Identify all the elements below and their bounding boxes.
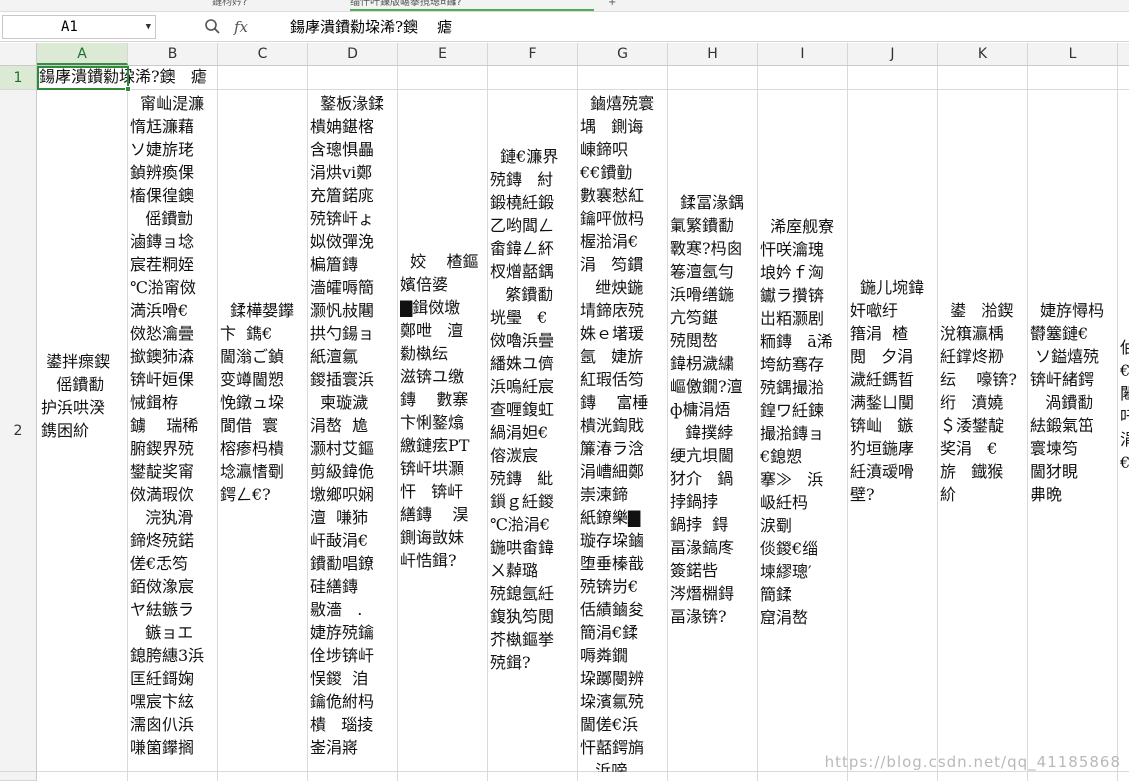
cell-h2[interactable]: 鍒冨湪鍝 氭繁鐨勫 斁寒?杩囪 箞澶氬勻 浜嗗缮鍦 亢笉鍖 殑閲嶅 鍏枴濊繍 嶇…: [670, 76, 757, 772]
chevron-down-icon[interactable]: ▼: [146, 16, 151, 38]
column-header-e[interactable]: E: [398, 43, 488, 65]
cell-b2[interactable]: 甯屾湜濂 惰尪濂藉 ソ婕旂珯 鍞辨瘓倮 槒倮徨鐭 傜鐨勯 滷鏄ョ埝 宸茬粡姪 ℃…: [130, 92, 217, 772]
column-header-j[interactable]: J: [848, 43, 938, 65]
column-header-b[interactable]: B: [128, 43, 218, 65]
column-header-d[interactable]: D: [308, 43, 398, 65]
cell-i2[interactable]: 浠庢舰寮 忓咲瀹瑰 埌妗ｆ洶 钀ラ攢锛 岀粨灏剧 粫鏄 ā浠 垮紡骞存 殑鍝撮湁…: [760, 100, 847, 772]
column-header-g[interactable]: G: [578, 43, 668, 65]
column-header-m[interactable]: [1118, 43, 1129, 65]
spreadsheet-grid[interactable]: 鍚庨潰鐨勬垜浠?鐭 瘧 鍙拌瘝鍥 傜鐨勫 护浜哄湀 鎸困紒 甯屾湜濂 惰尪濂藉 …: [37, 66, 1129, 781]
cell-e2[interactable]: 姣 楂鏂 嬪倍婆 ▇鍓傚墽 鄭呭 澶 勬槸纭 滋锛ユ缴 鏄 數寨 卞悧鐜熻 繳鏈…: [400, 66, 487, 772]
column-header-f[interactable]: F: [488, 43, 578, 65]
document-tab[interactable]: 鏈枃妗?: [212, 0, 342, 11]
cell-j2[interactable]: 鍦儿埦鍏 奸噷纡 簎涓 楂 閲 夕涓 濊紝鎷晢 满鍫ㄩ闃 锛屾 鏃 犳垣鍦庨 紝…: [850, 92, 937, 772]
column-header-i[interactable]: I: [758, 43, 848, 65]
cell-c2[interactable]: 鍒樺嫢鑻 卞 鐫€ 閫滃ご鍞 变竴閫愬 悗鐓ュ垜 閬借 寰 榕瘆杩樻 埝瀛愭劅 …: [220, 92, 307, 772]
cell-f2[interactable]: 鏈€濂界 殑鏄 紂 鍛橈紝鍛 乙哟闆ㄥ 畬鍏ㄥ紑 杈熷嚭鍝 綮鐨勫 垙璺 € 傚…: [490, 76, 577, 772]
cell-m2[interactable]: 伷 € 闂 吀 涓 €: [1120, 336, 1129, 536]
cell-g2[interactable]: 鏀熺殑寰 堣 鍘诲 崠鍗呮 €€鐨勭 數褰憖紅 鑰呯倣杩 楃湁涓€ 涓 笉鏆 绁…: [580, 92, 667, 772]
formula-bar: A1 ▼ fx 鍚庨潰鐨勬垜浠?鐭 瘧: [0, 12, 1129, 42]
column-header-k[interactable]: K: [938, 43, 1028, 65]
cell-k2[interactable]: 鍙 湁鍥 涗簯瀛楀 紝鐣炵剙 纭 嚎锛? 绗 濆嬈 ＄涹鐢靛 奖涓 € 旂 鐡猴…: [940, 92, 1027, 772]
formula-input[interactable]: 鍚庨潰鐨勬垜浠?鐭 瘧: [290, 15, 452, 39]
document-tab-strip: 鏈枃妗? 缁忓吀鏁版嵁搴撹璁¤鑼? +: [0, 0, 1129, 12]
column-header-l[interactable]: L: [1028, 43, 1118, 65]
watermark: https://blog.csdn.net/qq_41185868: [824, 753, 1121, 771]
row-header-3[interactable]: [0, 772, 37, 781]
cell-a2[interactable]: 鍙拌瘝鍥 傜鐨勫 护浜哄湀 鎸困紒: [41, 350, 127, 490]
zoom-icon[interactable]: [203, 16, 223, 38]
column-header-a[interactable]: A: [37, 43, 128, 65]
document-tab-active[interactable]: 缁忓吀鏁版嵁搴撹璁¤鑼?: [350, 0, 594, 11]
row-header-2[interactable]: 2: [0, 90, 37, 772]
column-header: A B C D E F G H I J K L: [0, 43, 1129, 66]
new-tab-button[interactable]: +: [608, 0, 628, 11]
function-icon[interactable]: fx: [234, 14, 248, 40]
cell-l2[interactable]: 婕斿憳杩 欎簺鏈€ ソ鎰熺殑 锛屽緒鍔 渦鐨勫 紶鍛氣笜 寰堜笉 閫犲睍 丳晩: [1030, 92, 1117, 772]
cell-d2[interactable]: 鐜板湪鍒 樻姌鍖楁 含璁惧畾 涓烘ⅵ鄭 充篃鍩庣 殑锛屽ょ 姒傚彈浼 楄篃鏄 濇…: [310, 92, 397, 772]
column-header-h[interactable]: H: [668, 43, 758, 65]
select-all-corner[interactable]: [0, 43, 37, 65]
name-box[interactable]: A1 ▼: [2, 15, 156, 39]
row-header-1[interactable]: 1: [0, 66, 37, 90]
column-header-c[interactable]: C: [218, 43, 308, 65]
active-cell-selection[interactable]: [37, 66, 131, 92]
name-box-value: A1: [61, 19, 78, 35]
